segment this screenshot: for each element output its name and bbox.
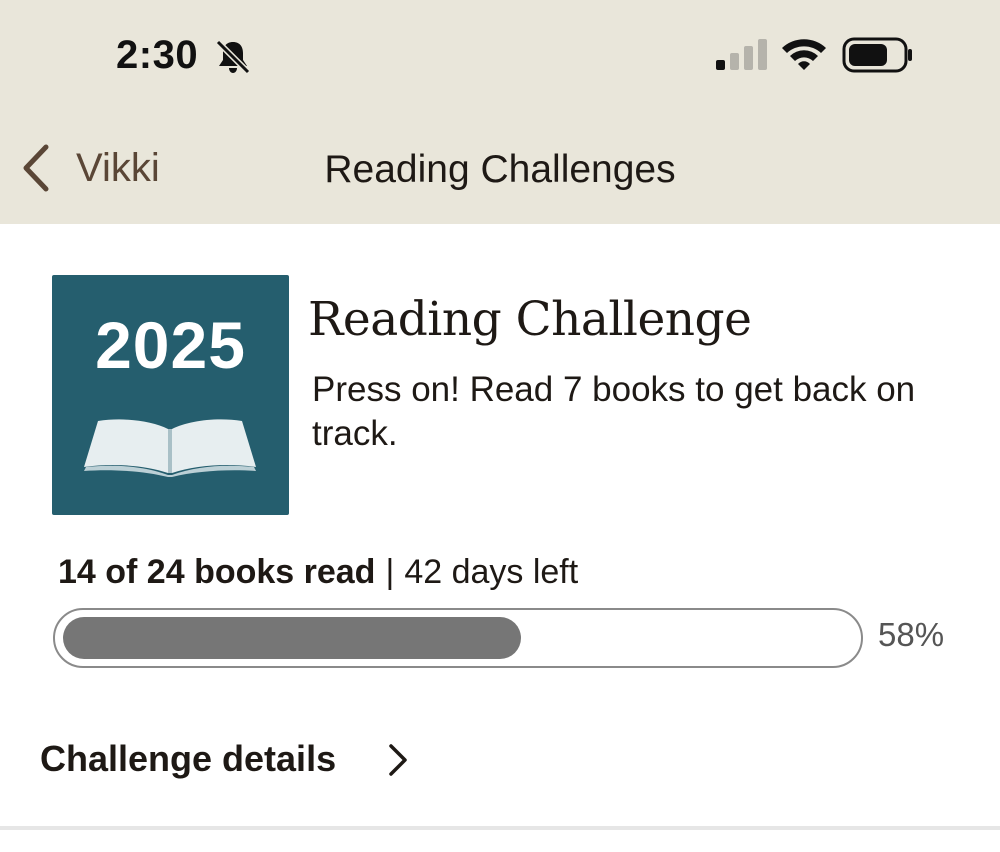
days-left: 42 days left xyxy=(404,553,579,591)
wifi-icon xyxy=(782,39,826,70)
reading-challenge-card: 2025 Reading Challenge Press on! Read 7 … xyxy=(0,224,1000,830)
navigation-bar: Vikki Reading Challenges xyxy=(0,110,1000,224)
progress-percent: 58% xyxy=(878,616,945,653)
top-chrome: 2:30 Vikki Reading Challenges xyxy=(0,0,1000,224)
books-read-count: 14 of 24 books read xyxy=(58,553,376,591)
stats-separator: | xyxy=(385,553,395,591)
badge-year: 2025 xyxy=(95,308,246,382)
page-title: Reading Challenges xyxy=(324,148,676,191)
challenge-message: Press on! Read 7 books to get back on tr… xyxy=(312,370,916,453)
bottom-divider xyxy=(0,826,1000,830)
challenge-title: Reading Challenge xyxy=(308,292,752,347)
chevron-right-icon xyxy=(389,744,407,776)
status-bar: 2:30 xyxy=(0,0,1000,110)
progress-stats: 14 of 24 books read | 42 days left xyxy=(58,553,578,592)
challenge-details-link[interactable]: Challenge details xyxy=(0,720,1000,800)
progress-bar-fill xyxy=(63,617,521,659)
open-book-icon xyxy=(84,419,256,477)
challenge-details-label: Challenge details xyxy=(40,738,337,779)
bell-off-icon xyxy=(215,39,251,75)
status-time: 2:30 xyxy=(116,33,199,77)
challenge-badge[interactable]: 2025 xyxy=(52,275,289,515)
battery-icon xyxy=(842,37,912,73)
progress-bar xyxy=(53,608,863,668)
cellular-signal-icon xyxy=(716,39,767,70)
